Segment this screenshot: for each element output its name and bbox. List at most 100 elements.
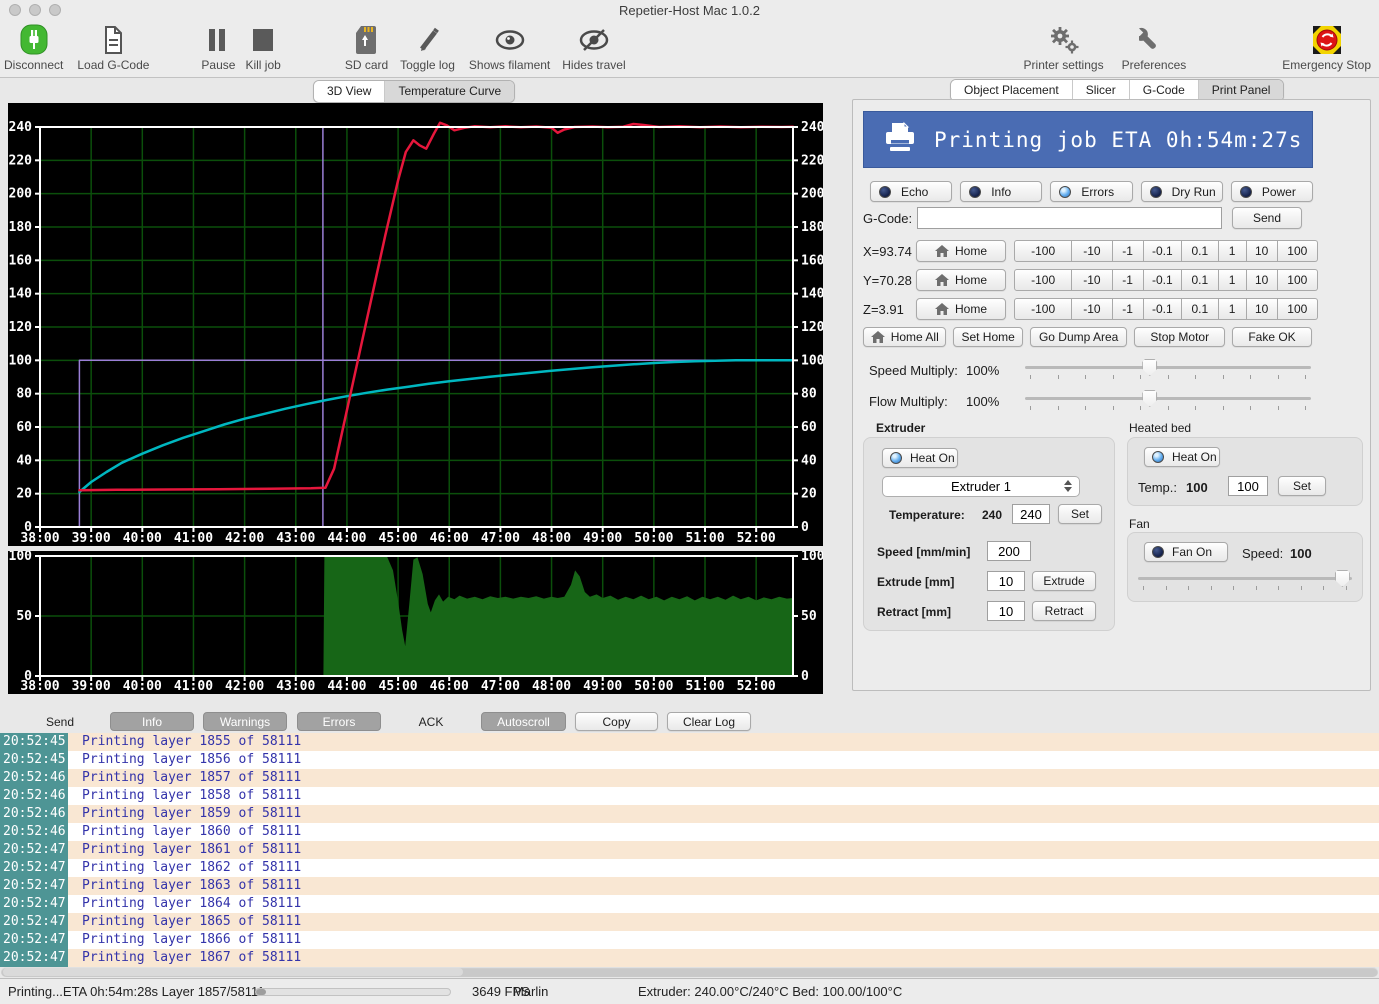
retract-button[interactable]: Retract — [1032, 601, 1096, 621]
shows-filament-button[interactable]: Shows filament — [469, 23, 550, 72]
send-gcode-button[interactable]: Send — [1232, 207, 1302, 229]
flow-multiply-slider[interactable] — [1025, 389, 1311, 411]
printer-settings-button[interactable]: Printer settings — [1024, 23, 1104, 72]
horizontal-scrollbar[interactable] — [1, 967, 1378, 977]
home-z-button[interactable]: Home — [916, 298, 1006, 320]
jog--1-button[interactable]: -1 — [1113, 240, 1144, 262]
log-row: 20:52:47Printing layer 1865 of 58111 — [0, 913, 1379, 931]
warnings-filter[interactable]: Warnings — [203, 712, 287, 731]
fan-on-button[interactable]: Fan On — [1144, 542, 1228, 562]
jog--10-button[interactable]: -10 — [1072, 240, 1112, 262]
extruder-select[interactable]: Extruder 1 — [882, 476, 1080, 497]
extruder-temp-input[interactable]: 240 — [1012, 504, 1050, 524]
tab-object-placement[interactable]: Object Placement — [951, 80, 1072, 101]
dry-run-toggle[interactable]: Dry Run — [1141, 181, 1223, 202]
flow-slider-thumb[interactable] — [1142, 390, 1157, 407]
jog-1-button[interactable]: 1 — [1219, 269, 1247, 291]
jog-1-button[interactable]: 1 — [1219, 298, 1247, 320]
tab-g-code[interactable]: G-Code — [1129, 80, 1198, 101]
info-toggle[interactable]: Info — [960, 181, 1042, 202]
retract-length-input[interactable]: 10 — [987, 601, 1025, 621]
speed-slider-thumb[interactable] — [1142, 359, 1157, 376]
extruder-speed-input[interactable]: 200 — [987, 541, 1031, 561]
stop-motor-button[interactable]: Stop Motor — [1134, 327, 1225, 347]
svg-text:52:00: 52:00 — [737, 679, 776, 694]
jog--100-button[interactable]: -100 — [1014, 298, 1072, 320]
log-timestamp: 20:52:47 — [0, 895, 68, 913]
stepper-arrows-icon — [1064, 480, 1072, 492]
fan-speed-slider[interactable] — [1138, 569, 1352, 591]
svg-text:51:00: 51:00 — [685, 679, 724, 694]
jog-0.1-button[interactable]: 0.1 — [1182, 240, 1219, 262]
bed-temp-input[interactable]: 100 — [1228, 476, 1268, 496]
go-dump-area-button[interactable]: Go Dump Area — [1030, 327, 1128, 347]
jog-100-button[interactable]: 100 — [1278, 269, 1318, 291]
clear-log-button[interactable]: Clear Log — [667, 712, 751, 731]
tab-slicer[interactable]: Slicer — [1072, 80, 1129, 101]
bed-heat-on-button[interactable]: Heat On — [1144, 447, 1220, 467]
speed-multiply-slider[interactable] — [1025, 358, 1311, 380]
toggle-log-button[interactable]: Toggle log — [400, 23, 455, 72]
hides-travel-button[interactable]: Hides travel — [562, 23, 625, 72]
speed-multiply-label: Speed Multiply: — [869, 363, 958, 378]
copy-log-button[interactable]: Copy — [575, 712, 658, 731]
home-all-button[interactable]: Home All — [863, 327, 946, 347]
scrollbar-thumb[interactable] — [3, 968, 463, 976]
flow-multiply-value: 100% — [966, 394, 999, 409]
gcode-input[interactable] — [917, 207, 1222, 229]
jog--0.1-button[interactable]: -0.1 — [1144, 298, 1182, 320]
power-toggle[interactable]: Power — [1231, 181, 1313, 202]
tab-temperature-curve[interactable]: Temperature Curve — [384, 81, 514, 102]
bed-set-button[interactable]: Set — [1278, 476, 1326, 496]
jog-10-button[interactable]: 10 — [1247, 298, 1278, 320]
svg-text:200: 200 — [9, 187, 33, 202]
jog-10-button[interactable]: 10 — [1247, 269, 1278, 291]
jog--1-button[interactable]: -1 — [1113, 298, 1144, 320]
tab-3d-view[interactable]: 3D View — [314, 81, 384, 102]
autoscroll-toggle[interactable]: Autoscroll — [481, 712, 566, 731]
jog--10-button[interactable]: -10 — [1072, 269, 1112, 291]
send-filter[interactable]: Send — [45, 715, 75, 729]
ack-filter[interactable]: ACK — [415, 715, 447, 729]
extruder-set-button[interactable]: Set — [1058, 504, 1102, 524]
gears-icon — [1047, 23, 1081, 57]
home-x-button[interactable]: Home — [916, 240, 1006, 262]
fake-ok-button[interactable]: Fake OK — [1232, 327, 1312, 347]
fan-slider-thumb[interactable] — [1335, 570, 1350, 587]
jog--10-button[interactable]: -10 — [1072, 298, 1112, 320]
svg-text:45:00: 45:00 — [379, 531, 418, 546]
pause-button[interactable]: Pause — [201, 23, 235, 72]
jog-0.1-button[interactable]: 0.1 — [1182, 298, 1219, 320]
kill-job-button[interactable]: Kill job — [245, 23, 280, 72]
extrude-button[interactable]: Extrude — [1032, 571, 1096, 591]
jog--0.1-button[interactable]: -0.1 — [1144, 269, 1182, 291]
jog--0.1-button[interactable]: -0.1 — [1144, 240, 1182, 262]
jog--1-button[interactable]: -1 — [1113, 269, 1144, 291]
log-message: Printing layer 1867 of 58111 — [68, 949, 301, 967]
set-home-button[interactable]: Set Home — [953, 327, 1022, 347]
jog-0.1-button[interactable]: 0.1 — [1182, 269, 1219, 291]
errors-filter[interactable]: Errors — [297, 712, 381, 731]
sd-card-button[interactable]: SD card — [345, 23, 388, 72]
extruder-temp-label: Temperature: — [889, 508, 965, 522]
jog--100-button[interactable]: -100 — [1014, 240, 1072, 262]
jog-10-button[interactable]: 10 — [1247, 240, 1278, 262]
jog-100-button[interactable]: 100 — [1278, 240, 1318, 262]
extruder-heat-on-button[interactable]: Heat On — [882, 448, 958, 468]
extrude-length-input[interactable]: 10 — [987, 571, 1025, 591]
log-timestamp: 20:52:47 — [0, 877, 68, 895]
jog-100-button[interactable]: 100 — [1278, 298, 1318, 320]
disconnect-button[interactable]: Disconnect — [4, 23, 63, 72]
echo-toggle[interactable]: Echo — [870, 181, 952, 202]
emergency-stop-button[interactable]: Emergency Stop — [1282, 23, 1371, 72]
log-timestamp: 20:52:46 — [0, 805, 68, 823]
errors-toggle[interactable]: Errors — [1050, 181, 1132, 202]
home-y-button[interactable]: Home — [916, 269, 1006, 291]
tab-print-panel[interactable]: Print Panel — [1198, 80, 1284, 101]
preferences-button[interactable]: Preferences — [1122, 23, 1187, 72]
jog-1-button[interactable]: 1 — [1219, 240, 1247, 262]
load-gcode-button[interactable]: Load G-Code — [77, 23, 149, 72]
info-filter[interactable]: Info — [110, 712, 194, 731]
jog--100-button[interactable]: -100 — [1014, 269, 1072, 291]
firmware-text: Marlin — [513, 984, 548, 999]
